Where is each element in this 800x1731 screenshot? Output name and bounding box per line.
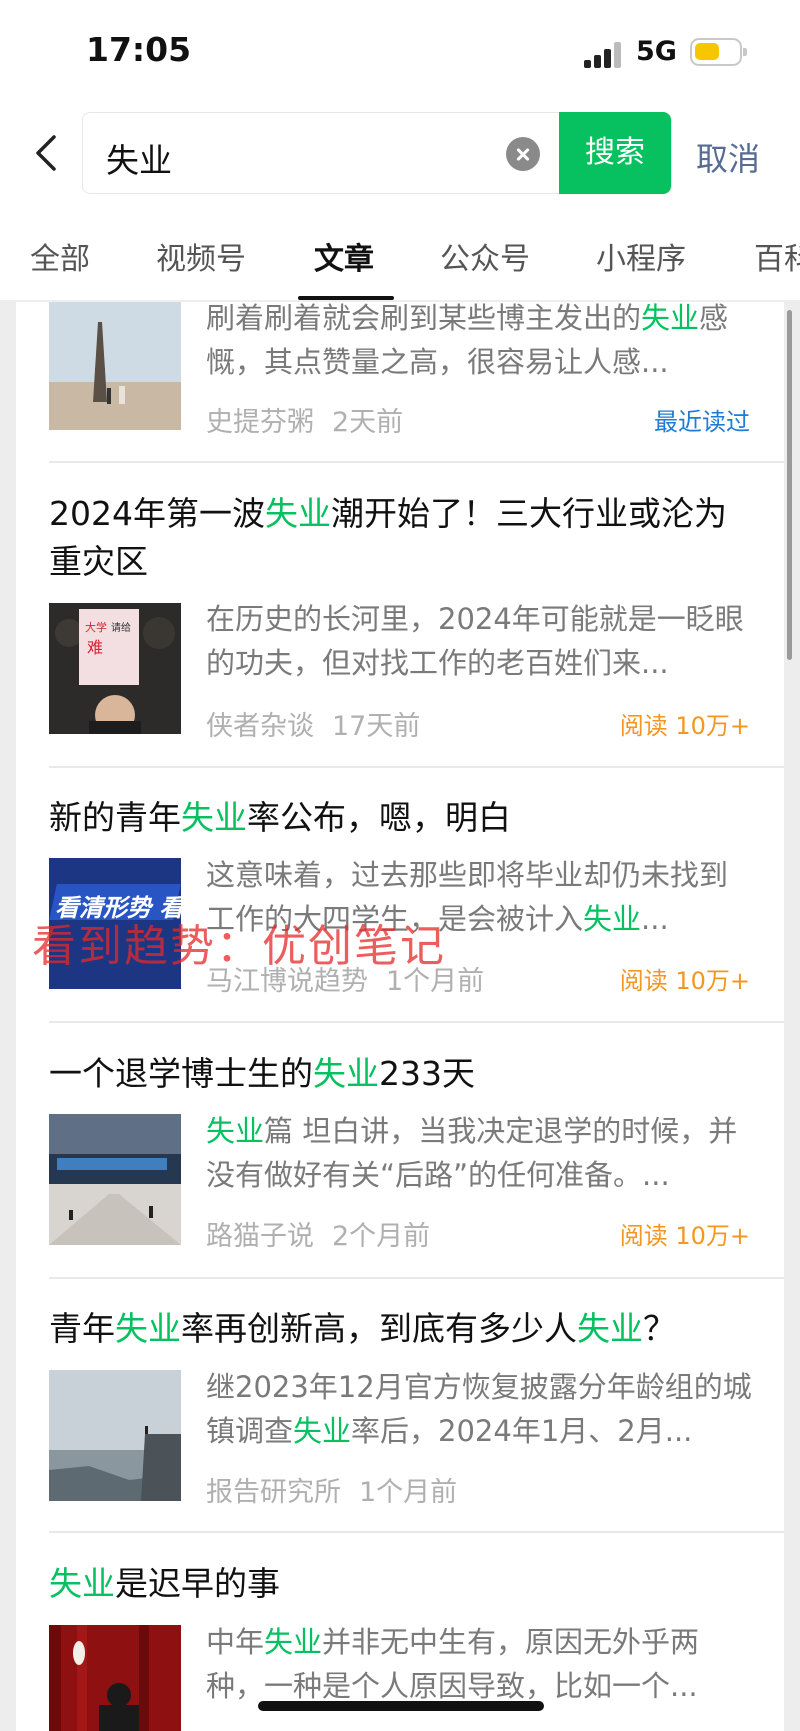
- battery-icon: [690, 38, 747, 66]
- article-time: 2个月前: [332, 1221, 431, 1252]
- article-time: 17天前: [332, 711, 421, 742]
- tab-video[interactable]: 视频号: [156, 234, 246, 278]
- article-author: 报告研究所: [206, 1477, 341, 1508]
- article-thumbnail-eiffel[interactable]: [49, 302, 181, 430]
- svg-text:大学: 大学: [85, 620, 107, 634]
- tab-articles[interactable]: 文章: [314, 234, 374, 278]
- svg-text:请给: 请给: [111, 621, 131, 634]
- divider: [49, 1021, 785, 1023]
- article-title[interactable]: 失业是迟早的事: [49, 1560, 751, 1608]
- article-title[interactable]: 一个退学博士生的失业233天: [49, 1050, 751, 1098]
- status-bar: 17:05 5G: [0, 0, 800, 100]
- divider: [49, 461, 785, 463]
- tab-mini-programs[interactable]: 小程序: [596, 234, 686, 278]
- article-description: 失业篇 坦白讲，当我决定退学的时候，并没有做好有关“后路”的任何准备。...: [206, 1114, 738, 1192]
- article-thumbnail-stage[interactable]: [49, 1625, 181, 1731]
- article-time: 1个月前: [359, 1477, 458, 1508]
- tab-official-accounts[interactable]: 公众号: [440, 234, 530, 278]
- cellular-signal-icon: [584, 42, 624, 68]
- read-count-badge: 阅读 10万+: [619, 1222, 750, 1250]
- article-title[interactable]: 2024年第一波失业潮开始了！三大行业或沦为重灾区: [49, 490, 751, 586]
- home-indicator[interactable]: [258, 1701, 544, 1711]
- tab-all[interactable]: 全部: [30, 234, 90, 278]
- network-type: 5G: [636, 36, 677, 67]
- search-query-text[interactable]: 失业: [106, 134, 172, 182]
- article-meta: 史提芬粥 2天前: [206, 400, 421, 439]
- recently-read-badge: 最近读过: [654, 408, 750, 436]
- category-tabs: 全部 视频号 文章 公众号 小程序 百科: [0, 222, 800, 302]
- divider: [49, 1277, 785, 1279]
- article-thumbnail-protest[interactable]: 大学 难 请给: [49, 603, 181, 734]
- read-count-badge: 阅读 10万+: [619, 712, 750, 740]
- article-thumbnail-station[interactable]: [49, 1114, 181, 1245]
- scrollbar[interactable]: [787, 310, 792, 660]
- article-title[interactable]: 新的青年失业率公布，嗯，明白: [49, 794, 751, 842]
- status-time: 17:05: [86, 30, 192, 69]
- article-thumbnail-cliff[interactable]: [49, 1370, 181, 1501]
- svg-text:难: 难: [87, 638, 103, 657]
- article-title[interactable]: 青年失业率再创新高，到底有多少人失业？: [49, 1305, 751, 1353]
- watermark: 看到趋势：优创笔记: [32, 921, 446, 972]
- article-description: 继2023年12月官方恢复披露分年龄组的城镇调查失业率后，2024年1月、2月.…: [206, 1370, 752, 1448]
- divider: [49, 766, 785, 768]
- article-description: 在历史的长河里，2024年可能就是一眨眼的功夫，但对找工作的老百姓们来...: [206, 602, 744, 680]
- article-meta: 路猫子说 2个月前: [206, 1214, 448, 1253]
- article-time: 2天前: [332, 407, 404, 438]
- article-description: 刷着刷着就会刷到某些博主发出的失业感慨，其点赞量之高，很容易让人感...: [206, 301, 729, 379]
- article-description: 中年失业并非无中生有，原因无外乎两种，一种是个人原因导致，比如一个...: [206, 1625, 700, 1703]
- article-author: 史提芬粥: [206, 407, 314, 438]
- back-arrow-icon[interactable]: [32, 133, 62, 173]
- read-count-badge: 阅读 10万+: [619, 967, 750, 995]
- divider: [49, 1531, 785, 1533]
- clear-icon[interactable]: [506, 137, 540, 171]
- article-meta: 侠者杂谈 17天前: [206, 704, 438, 743]
- article-author: 侠者杂谈: [206, 711, 314, 742]
- search-button[interactable]: 搜索: [559, 112, 671, 194]
- tab-encyclopedia[interactable]: 百科: [754, 234, 800, 278]
- article-meta: 报告研究所 1个月前: [206, 1470, 475, 1509]
- cancel-button[interactable]: 取消: [696, 134, 760, 180]
- article-author: 路猫子说: [206, 1221, 314, 1252]
